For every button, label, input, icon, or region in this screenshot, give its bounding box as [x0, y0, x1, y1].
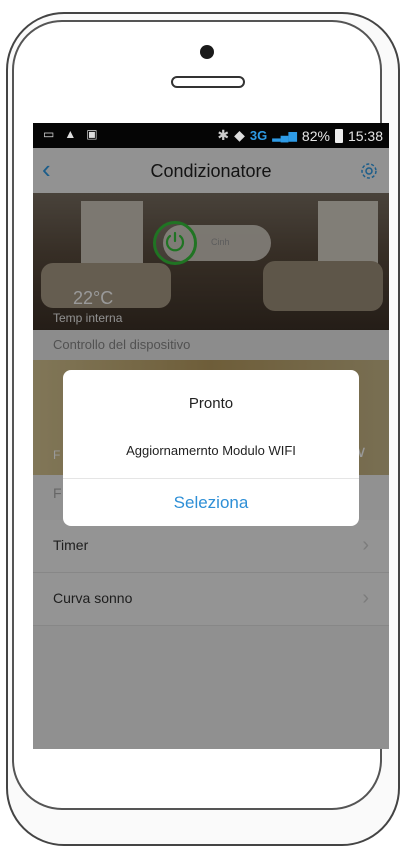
clock: 15:38	[347, 127, 383, 144]
bluetooth-icon: ✱	[217, 127, 230, 143]
network-type: 3G	[249, 128, 268, 143]
status-icons: ✱ ◆ 3G ▂▄▆ 82% 15:38	[217, 127, 383, 144]
battery-percent: 82%	[301, 127, 330, 144]
dialog-title: Pronto	[188, 395, 234, 412]
select-button[interactable]: Seleziona	[63, 479, 359, 526]
wifi-icon: ◆	[234, 127, 245, 143]
bag-icon: ▣	[86, 127, 98, 141]
battery-icon	[334, 128, 343, 143]
signal-icon: ▂▄▆	[272, 130, 297, 142]
status-bar: ▭ ▲ ▣ ✱ ◆ 3G ▂▄▆ 82% 15:38	[33, 123, 389, 148]
warning-icon: ▲	[64, 127, 77, 141]
camera-icon	[200, 45, 214, 59]
image-icon: ▭	[43, 127, 55, 141]
ready-dialog: Pronto Aggiornamernto Modulo WIFI Selezi…	[63, 370, 359, 526]
notification-icons: ▭ ▲ ▣	[43, 127, 98, 141]
speaker-grille	[171, 76, 245, 88]
dialog-message: Aggiornamernto Modulo WIFI	[126, 443, 296, 458]
